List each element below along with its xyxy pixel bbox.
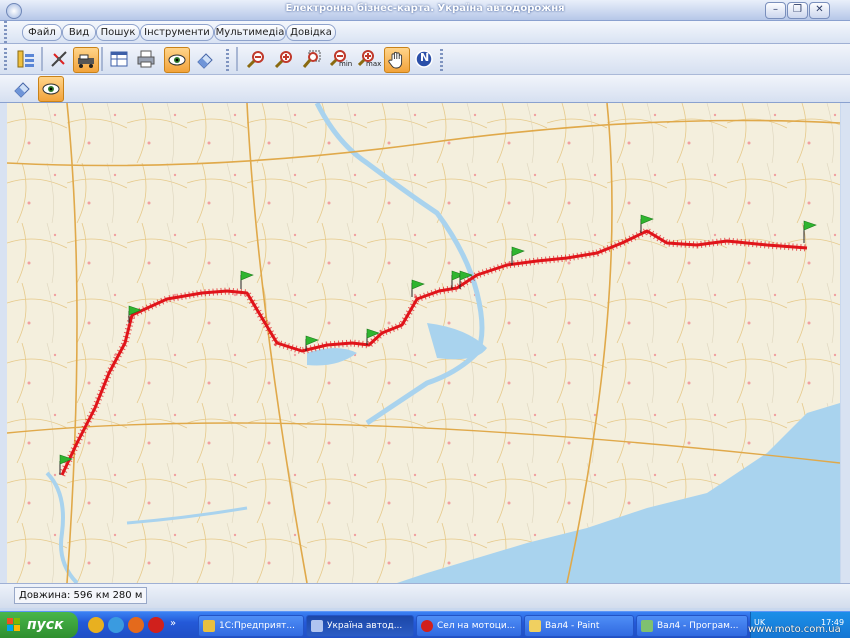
taskbar-item[interactable]: Україна автод... [306, 615, 414, 637]
quicklaunch-icon[interactable] [128, 617, 144, 633]
zoom-rect-icon [302, 50, 321, 68]
right-frame [841, 103, 850, 583]
menu-help[interactable]: Довідка [286, 24, 336, 41]
toolbar-separator [41, 47, 43, 71]
app-icon [311, 620, 323, 632]
close-button[interactable]: ✕ [809, 2, 830, 19]
taskbar-item[interactable]: Вал4 - Програм... [636, 615, 748, 637]
app-icon [529, 620, 541, 632]
taskbar-item[interactable]: Сел на мотоци... [416, 615, 522, 637]
menu-bar: Файл Вид Пошук Інструменти Мультимедіа Д… [0, 21, 850, 44]
route-ruler-button[interactable] [47, 47, 71, 71]
quicklaunch-icon[interactable] [88, 617, 104, 633]
zoom-rect-button[interactable] [300, 47, 324, 71]
view-eye-icon [168, 54, 186, 66]
app-icon [203, 620, 215, 632]
task-label: Україна автод... [327, 621, 403, 631]
start-label: пуск [27, 617, 64, 633]
taskbar-item[interactable]: 1С:Предприят... [198, 615, 304, 637]
toolbar-separator [101, 47, 103, 71]
pan-hand-icon [388, 51, 403, 69]
menu-tools[interactable]: Інструменти [140, 24, 214, 41]
app-icon [421, 620, 433, 632]
status-bar: Довжина: 596 км 280 м [0, 583, 850, 608]
title-bar: Електронна бізнес-карта. Україна автодор… [0, 0, 850, 21]
eraser-button[interactable] [193, 47, 217, 71]
zoom-min-button[interactable]: min [328, 47, 352, 71]
zoom-max-label: max [366, 60, 382, 68]
secondary-toolbar [0, 75, 850, 103]
toolbar-grip[interactable] [440, 49, 443, 71]
minimize-button[interactable]: – [765, 2, 786, 19]
app-icon [641, 620, 653, 632]
task-label: Вал4 - Програм... [657, 621, 739, 631]
north-label: N [420, 51, 430, 64]
task-label: Вал4 - Paint [545, 621, 600, 631]
table-icon [110, 51, 128, 67]
zoom-out-button[interactable] [244, 47, 268, 71]
menu-view[interactable]: Вид [62, 24, 96, 41]
menu-file[interactable]: Файл [22, 24, 62, 41]
zoom-in-button[interactable] [272, 47, 296, 71]
start-button[interactable]: пуск [0, 612, 78, 638]
menu-search[interactable]: Пошук [96, 24, 140, 41]
toolbar-separator [236, 47, 238, 71]
toolbar-grip[interactable] [226, 49, 229, 71]
watermark: www.moto.com.ua [748, 624, 841, 635]
print-icon [137, 50, 155, 68]
task-label: Сел на мотоци... [437, 621, 516, 631]
taskbar-item[interactable]: Вал4 - Paint [524, 615, 634, 637]
zoom-max-button[interactable]: max [356, 47, 382, 71]
eraser-icon [197, 53, 213, 69]
taskbar: пуск » 1С:Предприят... Україна автод... … [0, 611, 850, 638]
restore-button[interactable]: ❐ [787, 2, 808, 19]
table-button[interactable] [107, 47, 131, 71]
map-canvas [7, 103, 840, 583]
pan-hand-button[interactable] [384, 47, 410, 73]
window-title: Електронна бізнес-карта. Україна автодор… [285, 3, 565, 14]
toolbar-grip[interactable] [4, 48, 7, 70]
layers-icon [17, 50, 34, 68]
zoom-out-icon [246, 51, 264, 69]
main-toolbar: min max N [0, 44, 850, 75]
route-length-label: Довжина: 596 км 280 м [14, 587, 148, 604]
eraser-icon [14, 82, 30, 98]
zoom-min-label: min [339, 60, 353, 68]
task-label: 1С:Предприят... [219, 621, 295, 631]
quicklaunch-icon[interactable] [108, 617, 124, 633]
print-button[interactable] [134, 47, 158, 71]
windows-flag-icon [7, 618, 20, 631]
layers-button[interactable] [14, 47, 38, 71]
menu-grip[interactable] [4, 21, 7, 43]
view-eye-icon [42, 83, 60, 95]
quicklaunch-chevron-icon[interactable]: » [170, 618, 176, 629]
route-tool-icon [78, 54, 94, 68]
left-frame [0, 103, 7, 583]
zoom-in-icon [274, 51, 292, 69]
route-ruler-icon [51, 51, 67, 67]
map-view[interactable] [7, 103, 840, 583]
route-tool-button[interactable] [73, 47, 99, 73]
eraser-button-2[interactable] [10, 76, 34, 100]
view-eye-button-2[interactable] [38, 76, 64, 102]
quicklaunch-icon[interactable] [148, 617, 164, 633]
north-button[interactable]: N [412, 47, 436, 71]
view-eye-button[interactable] [164, 47, 190, 73]
menu-multimedia[interactable]: Мультимедіа [214, 24, 286, 41]
